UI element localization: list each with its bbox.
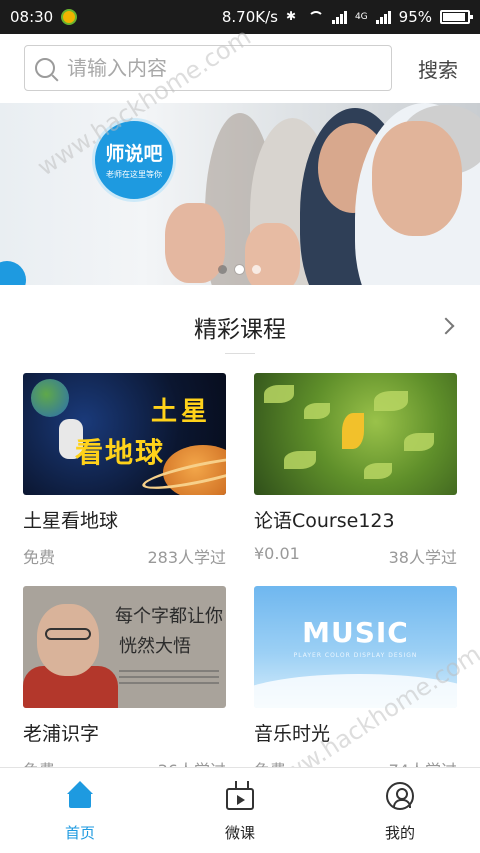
search-button[interactable]: 搜索 bbox=[418, 54, 458, 83]
thumbnail-fine-print bbox=[119, 670, 219, 696]
banner-corner-decoration bbox=[0, 261, 26, 285]
battery-percent: 95% bbox=[398, 8, 432, 26]
wifi-icon bbox=[307, 11, 324, 23]
nav-label: 微课 bbox=[224, 824, 255, 842]
course-card[interactable]: MUSIC PLAYER COLOR DISPLAY DESIGN 音乐时光 免… bbox=[254, 586, 457, 781]
course-thumbnail[interactable]: MUSIC PLAYER COLOR DISPLAY DESIGN bbox=[254, 586, 457, 708]
thumbnail-text: 恍然大悟 bbox=[119, 636, 191, 657]
bluetooth-icon bbox=[286, 9, 300, 24]
thumbnail-text: MUSIC bbox=[302, 616, 409, 649]
leaf-graphic bbox=[364, 463, 392, 479]
course-thumbnail[interactable]: 土星 看地球 bbox=[23, 373, 226, 495]
home-icon bbox=[66, 781, 94, 810]
carousel-dot[interactable] bbox=[218, 265, 227, 274]
course-card[interactable]: 土星 看地球 土星看地球 免费 283人学过 bbox=[23, 373, 226, 568]
course-learners: 283人学过 bbox=[147, 548, 226, 567]
network-speed: 8.70K/s bbox=[221, 8, 278, 26]
nav-label: 我的 bbox=[384, 824, 415, 842]
course-title[interactable]: 土星看地球 bbox=[23, 506, 226, 533]
network-type: 4G bbox=[354, 12, 368, 22]
banner-hands bbox=[245, 223, 300, 285]
search-box[interactable] bbox=[24, 45, 392, 91]
search-bar: 搜索 bbox=[0, 34, 480, 102]
nav-item-micro-course[interactable]: 微课 bbox=[160, 768, 320, 853]
section-title: 精彩课程 bbox=[194, 317, 286, 343]
battery-icon bbox=[440, 10, 473, 24]
signal-icon bbox=[331, 10, 347, 24]
leaf-graphic bbox=[404, 433, 434, 451]
banner-logo-subtitle: 老师在这里等你 bbox=[106, 170, 162, 179]
app-notification-icon bbox=[61, 9, 78, 25]
tv-icon bbox=[226, 788, 254, 810]
carousel-dot-active[interactable] bbox=[235, 265, 244, 274]
banner-logo-title: 师说吧 bbox=[105, 143, 163, 165]
status-right: 8.70K/s 4G 95% bbox=[221, 8, 473, 26]
bottom-nav: 首页 微课 我的 bbox=[0, 767, 480, 853]
earth-graphic bbox=[31, 379, 69, 417]
leaf-graphic bbox=[284, 451, 316, 469]
course-meta: ¥0.01 38人学过 bbox=[254, 544, 457, 568]
course-card[interactable]: 论语Course123 ¥0.01 38人学过 bbox=[254, 373, 457, 568]
search-input[interactable] bbox=[67, 56, 367, 80]
thumbnail-text: 土星 bbox=[151, 397, 212, 427]
course-thumbnail[interactable] bbox=[254, 373, 457, 495]
course-card[interactable]: 每个字都让你 恍然大悟 老浦识字 免费 36人学过 bbox=[23, 586, 226, 781]
wave-graphic bbox=[254, 674, 457, 708]
course-price: 免费 bbox=[23, 548, 56, 567]
status-time: 08:30 bbox=[10, 8, 54, 26]
nav-item-home[interactable]: 首页 bbox=[0, 768, 160, 853]
banner-face bbox=[372, 121, 462, 236]
section-divider bbox=[225, 353, 255, 354]
carousel-dot[interactable] bbox=[252, 265, 261, 274]
thumbnail-text: 看地球 bbox=[75, 436, 166, 469]
thumbnail-subtext: PLAYER COLOR DISPLAY DESIGN bbox=[293, 652, 418, 659]
yellow-leaf-graphic bbox=[342, 413, 364, 449]
course-title[interactable]: 老浦识字 bbox=[23, 719, 226, 746]
section-header: 精彩课程 bbox=[0, 296, 480, 358]
banner-logo: 师说吧 老师在这里等你 bbox=[92, 118, 176, 202]
banner-carousel[interactable]: 师说吧 老师在这里等你 bbox=[0, 103, 480, 285]
course-price: ¥0.01 bbox=[254, 544, 300, 563]
signal-icon-2 bbox=[375, 10, 391, 24]
leaf-graphic bbox=[264, 385, 294, 403]
banner-hands bbox=[165, 203, 225, 283]
course-learners: 38人学过 bbox=[388, 548, 457, 567]
course-title[interactable]: 论语Course123 bbox=[254, 506, 457, 533]
glasses-graphic bbox=[45, 628, 91, 640]
carousel-dots bbox=[218, 265, 261, 274]
teacher-face-graphic bbox=[37, 604, 99, 676]
course-meta: 免费 283人学过 bbox=[23, 544, 226, 568]
thumbnail-text: 每个字都让你 bbox=[115, 606, 223, 627]
leaf-graphic bbox=[374, 391, 408, 411]
user-icon bbox=[386, 782, 414, 810]
nav-label: 首页 bbox=[64, 824, 95, 842]
status-bar: 08:30 8.70K/s 4G 95% bbox=[0, 0, 480, 34]
course-title[interactable]: 音乐时光 bbox=[254, 719, 457, 746]
nav-item-profile[interactable]: 我的 bbox=[320, 768, 480, 853]
search-icon bbox=[35, 58, 55, 78]
course-thumbnail[interactable]: 每个字都让你 恍然大悟 bbox=[23, 586, 226, 708]
leaf-graphic bbox=[304, 403, 330, 419]
